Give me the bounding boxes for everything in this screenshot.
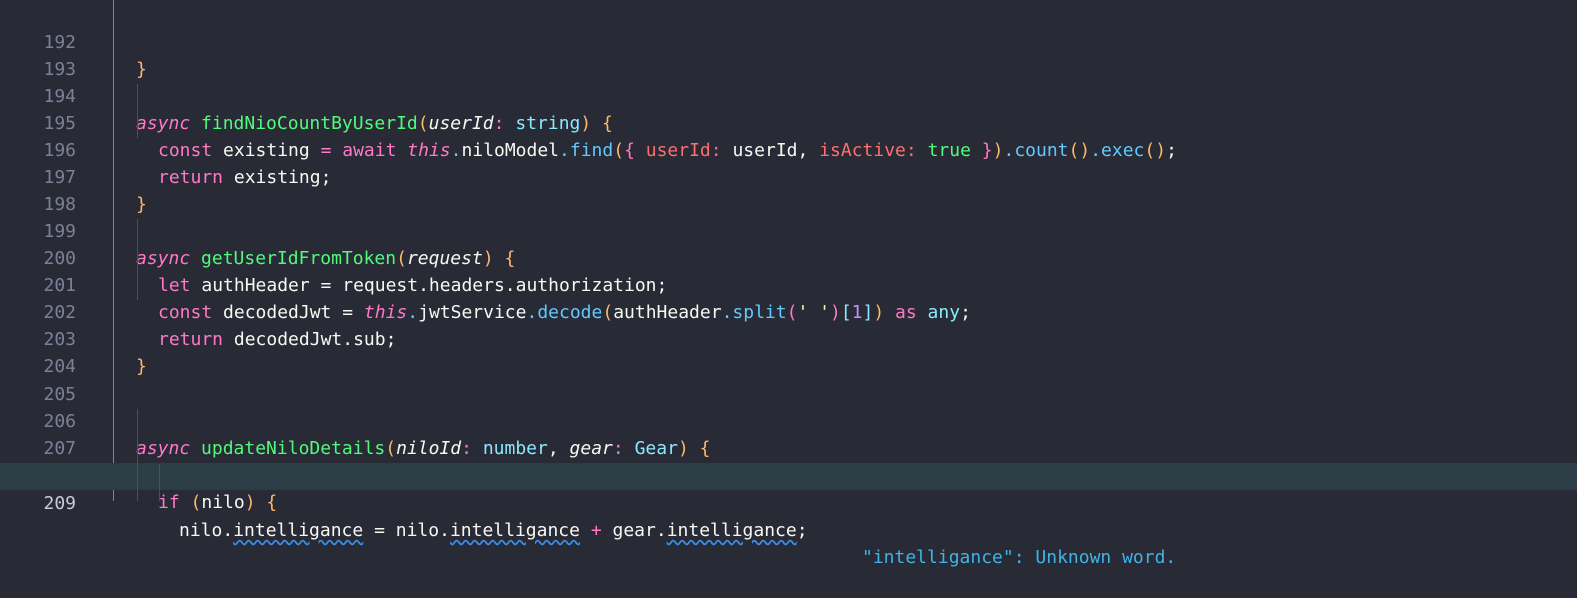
- code-line[interactable]: 198: [0, 164, 1577, 215]
- semicolon: ;: [796, 520, 808, 541]
- code-line[interactable]: 194 async findNioCountByUserId(userId: s…: [0, 56, 1577, 134]
- indent-guide: [137, 84, 138, 138]
- code-line[interactable]: 195 const existing = await this.niloMode…: [0, 83, 1577, 161]
- code-line[interactable]: 199 async getUserIdFromToken(request) {: [0, 191, 1577, 269]
- keyword-if: if: [158, 492, 180, 513]
- code-editor[interactable]: 192 } 193 194 async findNioCountByUserId…: [0, 0, 1577, 568]
- spellcheck-hint[interactable]: "intelligance": Unknown word.: [862, 544, 1176, 571]
- paren: ): [244, 492, 256, 513]
- code-line[interactable]: 207 const nilo = await this.niloModel.fi…: [0, 408, 1577, 486]
- brace: {: [255, 492, 278, 513]
- code-line[interactable]: 205: [0, 354, 1577, 405]
- expression: gear.: [612, 520, 667, 541]
- spellcheck-word[interactable]: intelligance: [233, 520, 363, 541]
- code-line[interactable]: 202 return decodedJwt.sub;: [0, 272, 1577, 350]
- code-line[interactable]: 204: [0, 326, 1577, 377]
- paren: (: [190, 492, 202, 513]
- operator: +: [579, 520, 613, 541]
- code-line[interactable]: 196 return existing;: [0, 110, 1577, 188]
- indent-guide: [159, 464, 160, 501]
- code-line-current[interactable]: 209 nilo.intelligance = nilo.intelliganc…: [0, 463, 1577, 568]
- code-line[interactable]: 197 }: [0, 137, 1577, 215]
- spellcheck-word[interactable]: intelligance: [667, 520, 797, 541]
- code-line[interactable]: 203 }: [0, 299, 1577, 377]
- line-content[interactable]: if (nilo) {: [158, 489, 277, 516]
- indent-guide: [137, 219, 138, 300]
- code-line[interactable]: 208 if (nilo) {: [0, 435, 1577, 513]
- code-line[interactable]: 201 const decodedJwt = this.jwtService.d…: [0, 245, 1577, 323]
- line-number: 209: [43, 493, 76, 514]
- condition: nilo: [201, 492, 245, 513]
- indent-guide: [137, 409, 138, 501]
- spellcheck-word[interactable]: intelligance: [450, 520, 580, 541]
- line-content[interactable]: nilo.intelligance = nilo.intelligance + …: [179, 517, 808, 544]
- expression: = nilo.: [363, 520, 450, 541]
- code-line[interactable]: 200 let authHeader = request.headers.aut…: [0, 218, 1577, 296]
- code-line[interactable]: 193: [0, 29, 1577, 80]
- code-line[interactable]: 192 }: [0, 2, 1577, 80]
- code-line[interactable]: 206 async updateNiloDetails(niloId: numb…: [0, 381, 1577, 459]
- expression: nilo.: [179, 520, 234, 541]
